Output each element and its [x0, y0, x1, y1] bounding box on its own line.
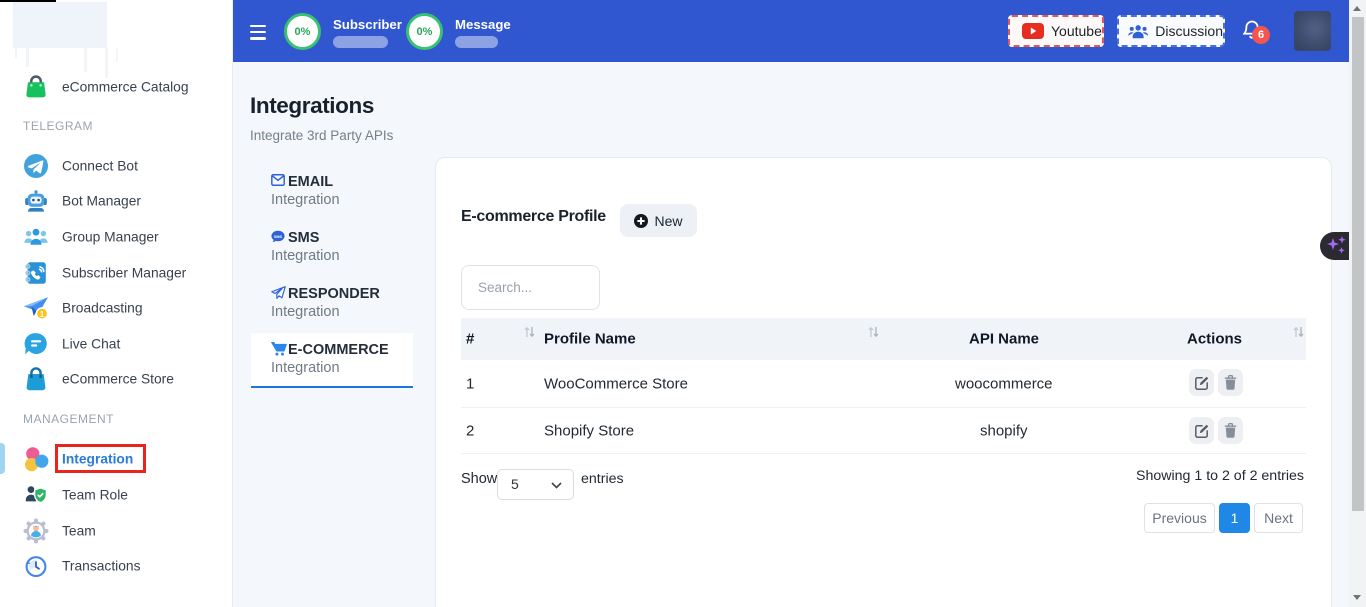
svg-text:SMS: SMS	[274, 235, 283, 239]
svg-text:1: 1	[40, 309, 45, 319]
